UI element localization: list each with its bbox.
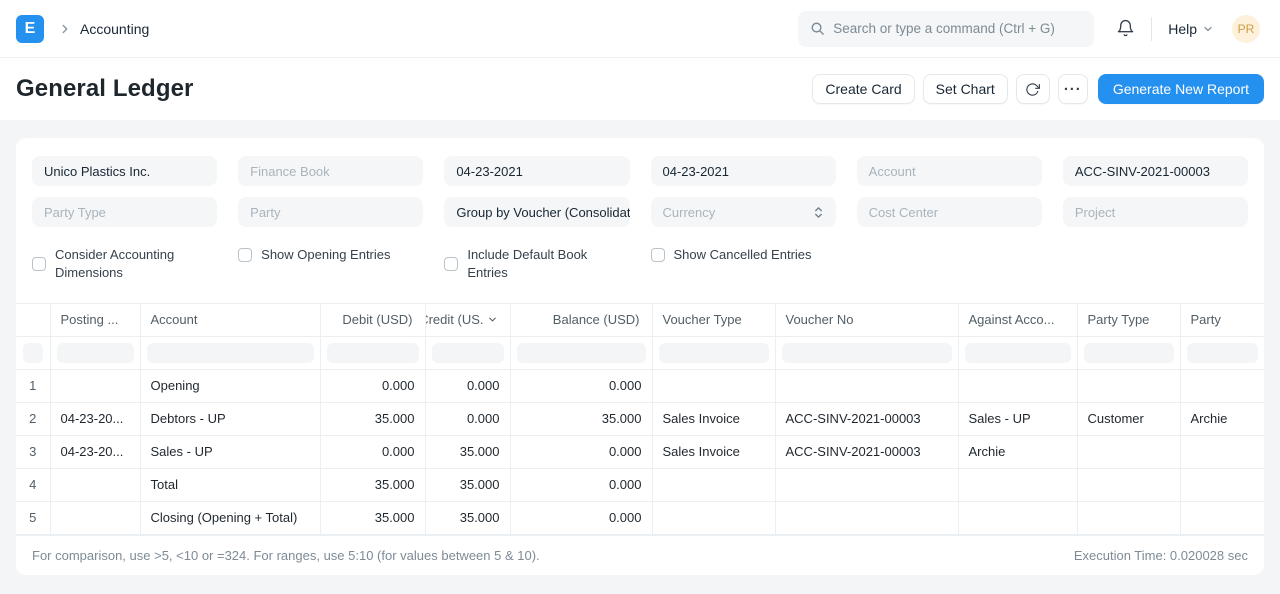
- table-row: 1 Opening 0.000 0.000 0.000: [16, 369, 1264, 402]
- ledger-table: Posting ... Account Debit (USD) Credit (…: [16, 303, 1264, 535]
- account-filter[interactable]: Account: [857, 156, 1042, 186]
- column-filter-row: [16, 336, 1264, 369]
- show-opening-entries-checkbox[interactable]: Show Opening Entries: [238, 246, 423, 264]
- search-input[interactable]: [833, 21, 1082, 36]
- report-checkboxes: Consider Accounting Dimensions Show Open…: [16, 227, 1264, 282]
- chevron-down-icon: [1202, 23, 1214, 35]
- column-filter-input[interactable]: [965, 343, 1071, 363]
- against-account-column-header[interactable]: Against Acco...: [958, 303, 1077, 336]
- consider-accounting-dimensions-checkbox[interactable]: Consider Accounting Dimensions: [32, 246, 217, 282]
- breadcrumb-accounting[interactable]: Accounting: [80, 21, 149, 37]
- party-filter[interactable]: Party: [238, 197, 423, 227]
- help-menu[interactable]: Help: [1168, 21, 1214, 37]
- account-column-header[interactable]: Account: [140, 303, 320, 336]
- column-filter-input[interactable]: [432, 343, 504, 363]
- balance-column-header[interactable]: Balance (USD): [510, 303, 652, 336]
- comparison-hint-text: For comparison, use >5, <10 or =324. For…: [32, 548, 540, 563]
- to-date-filter[interactable]: 04-23-2021: [651, 156, 836, 186]
- column-filter-input[interactable]: [517, 343, 646, 363]
- row-index-header: [16, 303, 50, 336]
- report-body: Unico Plastics Inc. Finance Book 04-23-2…: [0, 120, 1280, 575]
- refresh-button[interactable]: [1016, 74, 1050, 104]
- debit-column-header[interactable]: Debit (USD): [320, 303, 425, 336]
- table-row: 2 04-23-20... Debtors - UP 35.000 0.000 …: [16, 402, 1264, 435]
- voucher-type-column-header[interactable]: Voucher Type: [652, 303, 775, 336]
- column-filter-input[interactable]: [1187, 343, 1259, 363]
- column-filter-input[interactable]: [782, 343, 952, 363]
- column-filter-input[interactable]: [57, 343, 134, 363]
- global-search[interactable]: [798, 11, 1094, 47]
- generate-new-report-button[interactable]: Generate New Report: [1098, 74, 1264, 104]
- group-by-filter[interactable]: Group by Voucher (Consolidated): [444, 197, 629, 227]
- checkbox-icon[interactable]: [444, 257, 458, 271]
- party-column-header[interactable]: Party: [1180, 303, 1264, 336]
- notifications-bell-icon[interactable]: [1116, 19, 1135, 38]
- party-type-column-header[interactable]: Party Type: [1077, 303, 1180, 336]
- report-filters: Unico Plastics Inc. Finance Book 04-23-2…: [16, 138, 1264, 227]
- project-filter[interactable]: Project: [1063, 197, 1248, 227]
- finance-book-filter[interactable]: Finance Book: [238, 156, 423, 186]
- column-filter-input[interactable]: [1084, 343, 1174, 363]
- table-row: 3 04-23-20... Sales - UP 0.000 35.000 0.…: [16, 435, 1264, 468]
- voucher-no-column-header[interactable]: Voucher No: [775, 303, 958, 336]
- report-card: Unico Plastics Inc. Finance Book 04-23-2…: [16, 138, 1264, 575]
- voucher-no-filter[interactable]: ACC-SINV-2021-00003: [1063, 156, 1248, 186]
- column-filter-input[interactable]: [327, 343, 419, 363]
- posting-date-column-header[interactable]: Posting ...: [50, 303, 140, 336]
- select-stepper-icon: [813, 206, 824, 219]
- erpnext-logo[interactable]: E: [16, 15, 44, 43]
- company-filter[interactable]: Unico Plastics Inc.: [32, 156, 217, 186]
- report-footer: For comparison, use >5, <10 or =324. For…: [16, 535, 1264, 575]
- show-cancelled-entries-checkbox[interactable]: Show Cancelled Entries: [651, 246, 836, 264]
- currency-filter-label: Currency: [663, 205, 716, 220]
- checkbox-icon[interactable]: [651, 248, 665, 262]
- checkbox-icon[interactable]: [32, 257, 46, 271]
- sort-chevron-down-icon: [487, 314, 498, 325]
- column-filter-input[interactable]: [23, 343, 43, 363]
- include-default-book-entries-checkbox[interactable]: Include Default Book Entries: [444, 246, 629, 282]
- page-head: General Ledger Create Card Set Chart ···…: [0, 58, 1280, 120]
- from-date-filter[interactable]: 04-23-2021: [444, 156, 629, 186]
- user-avatar[interactable]: PR: [1232, 15, 1260, 43]
- page-title: General Ledger: [16, 75, 193, 103]
- credit-column-header[interactable]: Credit (US.: [425, 303, 510, 336]
- chevron-right-icon: [58, 22, 72, 36]
- set-chart-button[interactable]: Set Chart: [923, 74, 1008, 104]
- checkbox-icon[interactable]: [238, 248, 252, 262]
- menu-ellipsis-button[interactable]: ···: [1058, 74, 1088, 104]
- column-filter-input[interactable]: [147, 343, 314, 363]
- table-row: 4 Total 35.000 35.000 0.000: [16, 468, 1264, 501]
- currency-filter[interactable]: Currency: [651, 197, 836, 227]
- create-card-button[interactable]: Create Card: [812, 74, 914, 104]
- navbar-divider: [1151, 17, 1152, 41]
- page-actions: Create Card Set Chart ··· Generate New R…: [812, 74, 1264, 104]
- party-type-filter[interactable]: Party Type: [32, 197, 217, 227]
- column-filter-input[interactable]: [659, 343, 769, 363]
- table-row: 5 Closing (Opening + Total) 35.000 35.00…: [16, 501, 1264, 534]
- search-icon: [810, 21, 825, 36]
- refresh-icon: [1025, 82, 1040, 97]
- execution-time: Execution Time: 0.020028 sec: [1074, 548, 1248, 563]
- navbar: E Accounting Help PR: [0, 0, 1280, 58]
- cost-center-filter[interactable]: Cost Center: [857, 197, 1042, 227]
- table-header-row: Posting ... Account Debit (USD) Credit (…: [16, 303, 1264, 336]
- help-label: Help: [1168, 21, 1197, 37]
